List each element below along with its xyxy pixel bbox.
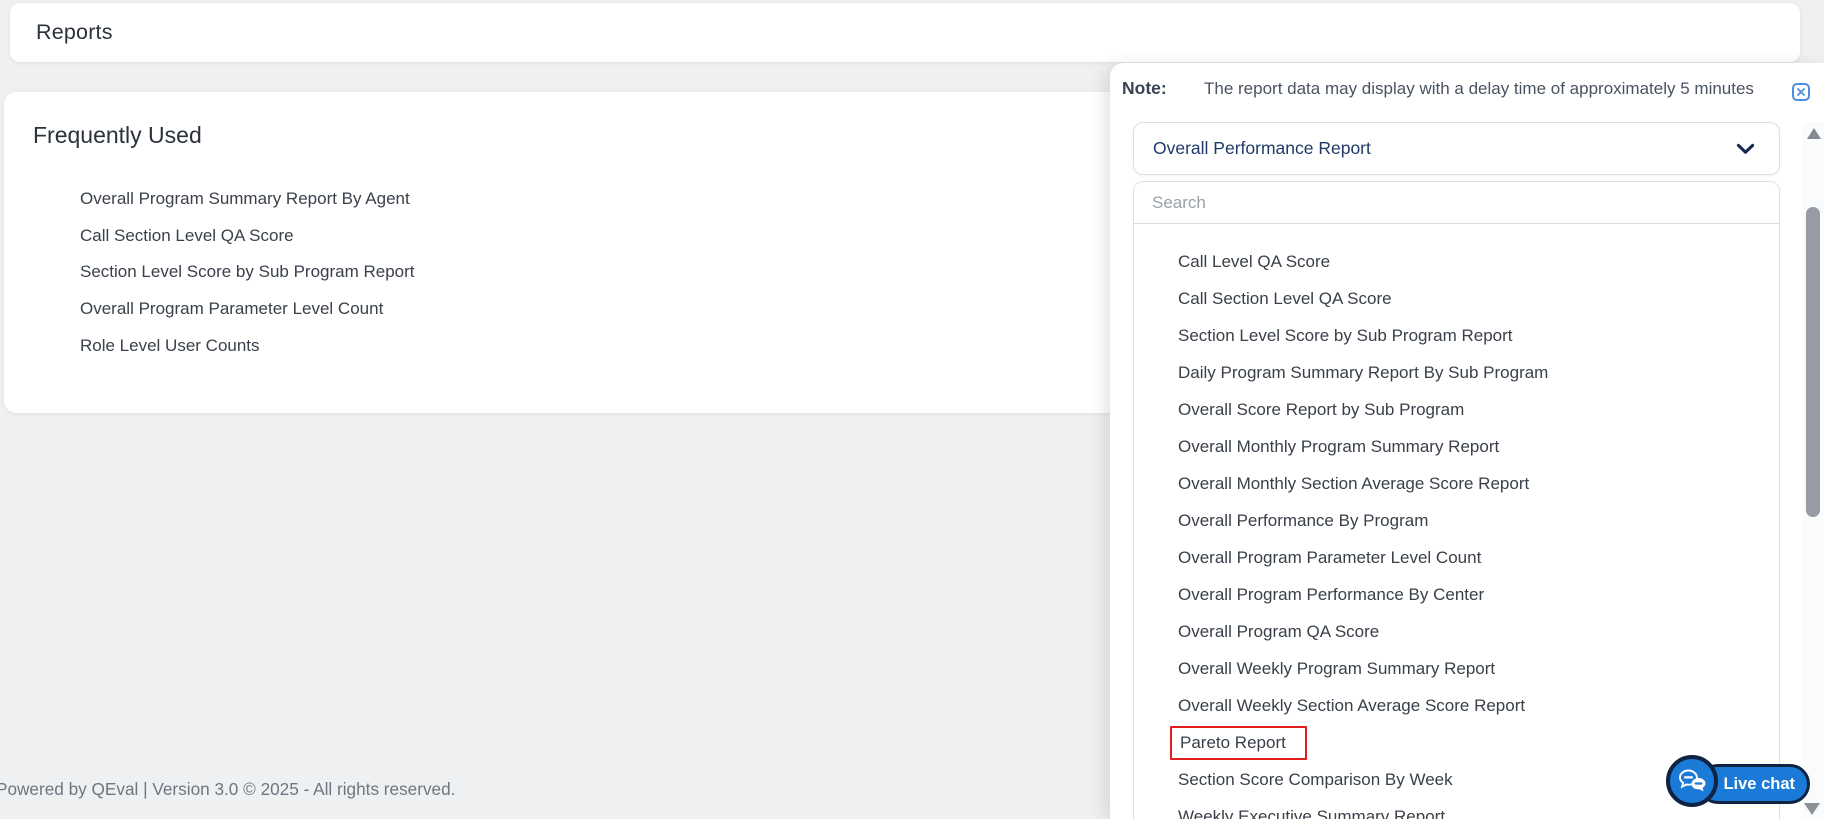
scrollbar-down-arrow[interactable] [1804, 803, 1820, 815]
note-label: Note: [1122, 78, 1167, 98]
report-option[interactable]: Pareto Report [1134, 724, 1779, 761]
frequently-used-title: Frequently Used [33, 122, 202, 148]
selected-report-label: Overall Performance Report [1153, 138, 1371, 158]
frequently-used-item[interactable]: Role Level User Counts [80, 327, 415, 364]
report-option[interactable]: Overall Program Performance By Center [1134, 576, 1779, 613]
report-option[interactable]: Overall Performance By Program [1134, 502, 1779, 539]
report-list-box: Call Level QA ScoreCall Section Level QA… [1133, 181, 1780, 819]
highlighted-report-option: Pareto Report [1170, 725, 1307, 760]
report-option[interactable]: Overall Program QA Score [1134, 613, 1779, 650]
report-selector-dropdown[interactable]: Overall Performance Report [1133, 122, 1780, 175]
frequently-used-item[interactable]: Section Level Score by Sub Program Repor… [80, 254, 415, 291]
report-selector-panel: Note: The report data may display with a… [1110, 63, 1824, 819]
frequently-used-item[interactable]: Call Section Level QA Score [80, 218, 415, 255]
close-icon[interactable] [1792, 83, 1810, 101]
scrollbar-up-arrow[interactable] [1807, 128, 1821, 139]
report-option[interactable]: Daily Program Summary Report By Sub Prog… [1134, 354, 1779, 391]
frequently-used-item[interactable]: Overall Program Parameter Level Count [80, 291, 415, 328]
scrollbar-thumb[interactable] [1806, 207, 1820, 517]
report-option[interactable]: Call Level QA Score [1134, 243, 1779, 280]
note-message: The report data may display with a delay… [1204, 79, 1754, 98]
footer-text: Powered by QEval | Version 3.0 © 2025 - … [0, 779, 456, 799]
frequently-used-item[interactable]: Overall Program Summary Report By Agent [80, 181, 415, 218]
report-options-list: Call Level QA Score Call Section Level QA… [1134, 224, 1779, 819]
search-input[interactable] [1134, 182, 1779, 224]
report-option[interactable]: Section Level Score by Sub Program Repor… [1134, 317, 1779, 354]
header-card: Reports [10, 3, 1800, 62]
page-title: Reports [36, 20, 113, 44]
frequently-used-list: Overall Program Summary Report By Agent C… [80, 181, 415, 364]
report-option[interactable]: Overall Weekly Section Average Score Rep… [1134, 687, 1779, 724]
report-option[interactable]: Overall Program Parameter Level Count [1134, 539, 1779, 576]
report-option[interactable]: Call Section Level QA Score [1134, 280, 1779, 317]
live-chat-label: Live chat [1723, 774, 1795, 793]
report-option[interactable]: Overall Weekly Program Summary Report [1134, 650, 1779, 687]
chat-bubble-icon [1676, 765, 1708, 797]
report-option[interactable]: Overall Monthly Section Average Score Re… [1134, 465, 1779, 502]
chevron-down-icon [1736, 143, 1755, 155]
report-option[interactable]: Overall Score Report by Sub Program [1134, 391, 1779, 428]
live-chat-icon-button[interactable] [1666, 755, 1718, 807]
report-option[interactable]: Overall Monthly Program Summary Report [1134, 428, 1779, 465]
